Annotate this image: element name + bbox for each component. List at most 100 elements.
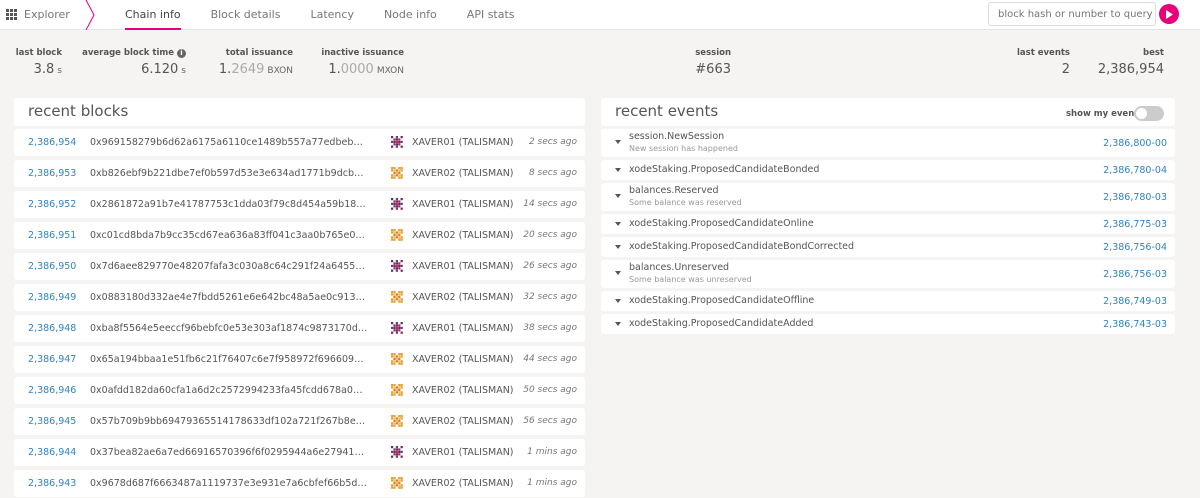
caret-down-icon[interactable] [615, 194, 621, 198]
stat-label: inactive issuance [321, 48, 404, 58]
event-row[interactable]: xodeStaking.ProposedCandidateOffline 2,38… [601, 291, 1175, 311]
block-number-link[interactable]: 2,386,950 [28, 261, 76, 272]
block-hash: 0x0883180d332ae4e7fbdd5261e6e642bc48a5ae… [90, 292, 368, 303]
block-number-link[interactable]: 2,386,951 [28, 230, 76, 241]
caret-down-icon[interactable] [615, 222, 621, 226]
block-age: 32 secs ago [523, 292, 577, 302]
event-name: xodeStaking.ProposedCandidateOnline [629, 218, 814, 229]
author-identicon-icon [390, 414, 404, 428]
stat-average-block-time: average block time i 6.120 s [82, 48, 186, 77]
event-row[interactable]: xodeStaking.ProposedCandidateBonded 2,386… [601, 160, 1175, 180]
event-name: balances.Unreserved [629, 262, 730, 273]
block-author[interactable]: XAVER02 (TALISMAN) [412, 385, 514, 396]
show-my-events-toggle[interactable] [1134, 106, 1164, 121]
event-row[interactable]: xodeStaking.ProposedCandidateBondCorrect… [601, 237, 1175, 257]
event-row[interactable]: session.NewSession New session has happen… [601, 129, 1175, 157]
stat-value: 2 [1061, 62, 1070, 77]
event-id-link[interactable]: 2,386,780-04 [1103, 165, 1167, 176]
event-id-link[interactable]: 2,386,800-00 [1103, 138, 1167, 149]
block-author[interactable]: XAVER01 (TALISMAN) [412, 447, 514, 458]
event-name: balances.Reserved [629, 185, 719, 196]
event-id-link[interactable]: 2,386,775-03 [1103, 219, 1167, 230]
block-age: 50 secs ago [523, 385, 577, 395]
block-author[interactable]: XAVER02 (TALISMAN) [412, 168, 514, 179]
block-hash: 0xc01cd8bda7b9cc35cd67ea636a83ff041c3aa0… [90, 230, 368, 241]
stat-label: last block [15, 48, 62, 58]
block-number-link[interactable]: 2,386,948 [28, 323, 76, 334]
event-name: xodeStaking.ProposedCandidateBonded [629, 164, 820, 175]
block-number-link[interactable]: 2,386,947 [28, 354, 76, 365]
stat-value: #663 [695, 62, 731, 77]
block-row: 2,386,949 0x0883180d332ae4e7fbdd5261e6e64… [14, 284, 585, 311]
block-number-link[interactable]: 2,386,953 [28, 168, 76, 179]
panel-title: recent events [615, 102, 719, 120]
block-row: 2,386,943 0x9678d687f6663487a1119737e3e93… [14, 470, 585, 497]
block-age: 20 secs ago [523, 230, 577, 240]
caret-down-icon[interactable] [615, 140, 621, 144]
event-id-link[interactable]: 2,386,756-04 [1103, 242, 1167, 253]
event-row[interactable]: balances.Reserved Some balance was reserv… [601, 183, 1175, 211]
block-number-link[interactable]: 2,386,944 [28, 447, 76, 458]
search-input[interactable] [988, 2, 1156, 26]
block-age: 26 secs ago [523, 261, 577, 271]
stat-value-decimals: 0000 [340, 62, 374, 77]
event-row[interactable]: balances.Unreserved Some balance was unre… [601, 260, 1175, 288]
app-label: Explorer [24, 8, 70, 21]
caret-down-icon[interactable] [615, 299, 621, 303]
block-author[interactable]: XAVER01 (TALISMAN) [412, 261, 514, 272]
block-age: 1 mins ago [527, 478, 577, 488]
app-logo[interactable]: Explorer [6, 8, 70, 21]
block-author[interactable]: XAVER01 (TALISMAN) [412, 323, 514, 334]
block-number-link[interactable]: 2,386,946 [28, 385, 76, 396]
event-name: session.NewSession [629, 131, 725, 142]
block-author[interactable]: XAVER02 (TALISMAN) [412, 478, 514, 489]
block-hash: 0x57b709b9bb69479365514178633df102a721f2… [90, 416, 368, 427]
event-id-link[interactable]: 2,386,756-03 [1103, 269, 1167, 280]
tab-chain-info[interactable]: Chain info [110, 0, 196, 30]
block-hash: 0x2861872a91b7e41787753c1dda03f79c8d454a… [90, 199, 368, 210]
block-author[interactable]: XAVER01 (TALISMAN) [412, 137, 514, 148]
event-row[interactable]: xodeStaking.ProposedCandidateOnline 2,386… [601, 214, 1175, 234]
author-identicon-icon [390, 445, 404, 459]
tab-api-stats[interactable]: API stats [452, 0, 530, 30]
stat-session: session #663 [695, 48, 731, 77]
info-icon[interactable]: i [177, 48, 186, 58]
author-identicon-icon [390, 197, 404, 211]
caret-down-icon[interactable] [615, 168, 621, 172]
event-id-link[interactable]: 2,386,780-03 [1103, 192, 1167, 203]
caret-down-icon[interactable] [615, 245, 621, 249]
stat-label: best [1143, 48, 1164, 58]
block-number-link[interactable]: 2,386,952 [28, 199, 76, 210]
author-identicon-icon [390, 259, 404, 273]
event-row[interactable]: xodeStaking.ProposedCandidateAdded 2,386,… [601, 314, 1175, 334]
block-author[interactable]: XAVER02 (TALISMAN) [412, 230, 514, 241]
tab-node-info[interactable]: Node info [369, 0, 452, 30]
block-number-link[interactable]: 2,386,949 [28, 292, 76, 303]
author-identicon-icon [390, 228, 404, 242]
block-author[interactable]: XAVER02 (TALISMAN) [412, 354, 514, 365]
block-author[interactable]: XAVER01 (TALISMAN) [412, 199, 514, 210]
block-row: 2,386,948 0xba8f5564e5eeccf96bebfc0e53e30… [14, 315, 585, 342]
block-author[interactable]: XAVER02 (TALISMAN) [412, 416, 514, 427]
block-age: 44 secs ago [523, 354, 577, 364]
tab-latency[interactable]: Latency [295, 0, 368, 30]
search-submit-button[interactable] [1159, 4, 1179, 24]
block-row: 2,386,947 0x65a194bbaa1e51fb6c21f76407c6e… [14, 346, 585, 373]
block-number-link[interactable]: 2,386,954 [28, 137, 76, 148]
block-row: 2,386,951 0xc01cd8bda7b9cc35cd67ea636a83f… [14, 222, 585, 249]
caret-down-icon[interactable] [615, 322, 621, 326]
event-id-link[interactable]: 2,386,743-03 [1103, 319, 1167, 330]
block-row: 2,386,954 0x969158279b6d62a6175a6110ce148… [14, 129, 585, 156]
summary-bar: last block 3.8 s average block time i 6.12… [0, 40, 1200, 90]
author-identicon-icon [390, 476, 404, 490]
block-hash: 0x0afdd182da60cfa1a6d2c2572994233fa45fcd… [90, 385, 368, 396]
stat-best: best 2,386,954 [1098, 48, 1164, 77]
tab-block-details[interactable]: Block details [196, 0, 296, 30]
event-description: New session has happened [629, 144, 738, 153]
event-id-link[interactable]: 2,386,749-03 [1103, 296, 1167, 307]
block-number-link[interactable]: 2,386,945 [28, 416, 76, 427]
block-author[interactable]: XAVER02 (TALISMAN) [412, 292, 514, 303]
caret-down-icon[interactable] [615, 271, 621, 275]
block-row: 2,386,944 0x37bea82ae6a7ed66916570396f6f0… [14, 439, 585, 466]
block-number-link[interactable]: 2,386,943 [28, 478, 76, 489]
